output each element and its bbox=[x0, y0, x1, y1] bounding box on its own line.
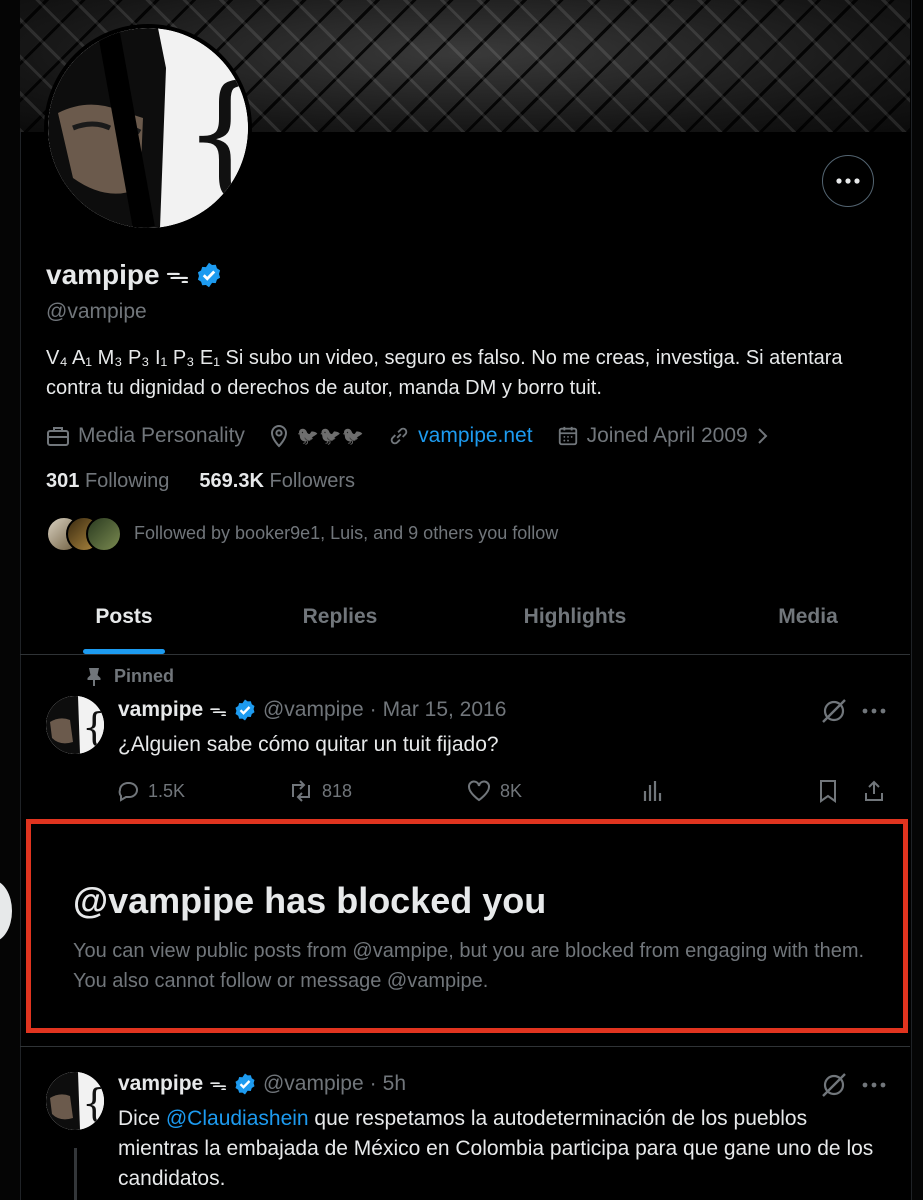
category-item: Media Personality bbox=[46, 424, 245, 448]
website-link[interactable]: vampipe.net bbox=[418, 424, 532, 448]
followers-link[interactable]: 569.3K Followers bbox=[199, 470, 355, 493]
profile-avatar[interactable]: { bbox=[44, 24, 252, 232]
grok-icon[interactable] bbox=[820, 1072, 848, 1098]
joined-item: Joined April 2009 bbox=[557, 424, 770, 448]
follower-avatar bbox=[86, 516, 122, 552]
following-label: Following bbox=[84, 470, 170, 492]
following-link[interactable]: 301 Following bbox=[46, 470, 169, 493]
blocked-notice: @vampipe has blocked you You can view pu… bbox=[26, 819, 908, 1033]
blocked-description: You can view public posts from @vampipe,… bbox=[73, 940, 865, 992]
window-left-edge bbox=[0, 0, 20, 1200]
tweet-avatar[interactable]: { bbox=[46, 696, 104, 754]
more-options-button[interactable] bbox=[822, 155, 874, 207]
chevron-right-icon[interactable] bbox=[756, 426, 770, 446]
name-suffix-glyph: ᯓ bbox=[165, 262, 190, 289]
tweet-time[interactable]: 5h bbox=[383, 1072, 406, 1096]
tweet-date[interactable]: Mar 15, 2016 bbox=[383, 698, 507, 722]
tab-media[interactable]: Media bbox=[750, 580, 866, 654]
tweet-author-handle[interactable]: @vampipe bbox=[263, 1072, 364, 1096]
tweet-actions: 1.5K 818 8K bbox=[116, 774, 896, 808]
joined-text: Joined April 2009 bbox=[586, 424, 748, 447]
bookmark-button[interactable] bbox=[818, 774, 838, 808]
bookmark-icon bbox=[820, 780, 836, 803]
tweet-avatar[interactable]: { bbox=[46, 1072, 104, 1130]
views-icon bbox=[643, 781, 662, 801]
share-icon bbox=[865, 780, 883, 801]
tab-label: Replies bbox=[302, 605, 378, 628]
profile-display-name: vampipe ᯓ bbox=[46, 258, 223, 291]
follower-avatars bbox=[46, 516, 122, 552]
retweet-button[interactable]: 818 bbox=[288, 774, 352, 808]
tweet-author-name[interactable]: vampipe bbox=[118, 1072, 203, 1096]
pinned-indicator: Pinned bbox=[86, 666, 174, 687]
followed-by-row[interactable]: Followed by booker9e1, Luis, and 9 other… bbox=[46, 516, 559, 552]
mention-link[interactable]: @Claudiashein bbox=[166, 1107, 309, 1130]
active-tab-indicator bbox=[83, 649, 165, 654]
reply-icon bbox=[118, 782, 138, 802]
link-icon bbox=[390, 427, 408, 445]
pin-icon bbox=[87, 667, 101, 686]
tweet-author-name[interactable]: vampipe bbox=[118, 698, 203, 722]
blocked-title: @vampipe has blocked you bbox=[73, 880, 547, 921]
followed-by-text: Followed by booker9e1, Luis, and 9 other… bbox=[134, 522, 559, 543]
grok-icon[interactable] bbox=[820, 698, 848, 724]
tweet-more-icon[interactable] bbox=[862, 708, 886, 714]
name-suffix-glyph: ᯓ bbox=[209, 1074, 227, 1094]
tweet-divider bbox=[20, 1046, 910, 1047]
retweet-icon bbox=[292, 780, 310, 802]
separator-dot: · bbox=[369, 1072, 377, 1095]
tweet-header: vampipe ᯓ @vampipe · 5h bbox=[118, 1072, 406, 1096]
tab-replies[interactable]: Replies bbox=[278, 580, 402, 654]
tab-highlights[interactable]: Highlights bbox=[500, 580, 650, 654]
reply-button[interactable]: 1.5K bbox=[116, 774, 185, 808]
profile-tabs: Posts Replies Highlights Media bbox=[20, 580, 910, 655]
retweet-count: 818 bbox=[322, 780, 353, 801]
tweet-header: vampipe ᯓ @vampipe · Mar 15, 2016 bbox=[118, 698, 506, 722]
like-icon bbox=[468, 780, 490, 802]
tab-label: Posts bbox=[95, 605, 153, 628]
share-button[interactable] bbox=[862, 774, 886, 808]
like-count: 8K bbox=[500, 780, 523, 801]
name-suffix-glyph: ᯓ bbox=[209, 700, 227, 720]
views-button[interactable] bbox=[642, 774, 664, 808]
tweet-more-icon[interactable] bbox=[862, 1082, 886, 1088]
location-item: 🐦🐦🐦 bbox=[269, 424, 364, 448]
tweet-text: ¿Alguien sabe cómo quitar un tuit fijado… bbox=[118, 733, 499, 756]
thread-connector-line bbox=[74, 1148, 77, 1200]
profile-meta-row: Media Personality 🐦🐦🐦 vampipe.net Joined… bbox=[46, 420, 794, 452]
verified-badge-icon[interactable] bbox=[233, 698, 257, 722]
followers-count: 569.3K bbox=[199, 470, 264, 492]
pinned-label: Pinned bbox=[114, 666, 175, 686]
tweet-author-handle[interactable]: @vampipe bbox=[263, 698, 364, 722]
tweet-text: Dice @Claudiashein que respetamos la aut… bbox=[118, 1104, 888, 1194]
tab-label: Media bbox=[778, 605, 838, 628]
tab-label: Highlights bbox=[523, 605, 627, 628]
calendar-icon bbox=[558, 426, 577, 446]
tweet-text-part: Dice bbox=[118, 1107, 166, 1130]
like-button[interactable]: 8K bbox=[466, 774, 522, 808]
follow-counts: 301 Following 569.3K Followers bbox=[46, 470, 355, 493]
briefcase-icon bbox=[47, 427, 69, 446]
separator-dot: · bbox=[369, 698, 377, 721]
followers-label: Followers bbox=[269, 470, 356, 492]
verified-badge-icon[interactable] bbox=[233, 1072, 257, 1096]
website-item[interactable]: vampipe.net bbox=[388, 424, 533, 448]
profile-bio: V₄ A₁ M₃ P₃ I₁ P₃ E₁ Si subo un video, s… bbox=[46, 347, 843, 399]
following-count: 301 bbox=[46, 470, 80, 492]
more-icon bbox=[836, 178, 860, 184]
reply-count: 1.5K bbox=[148, 780, 186, 801]
location-pin-icon bbox=[270, 424, 287, 448]
location-text: 🐦🐦🐦 bbox=[296, 425, 365, 446]
verified-badge-icon[interactable] bbox=[195, 261, 223, 289]
display-name-text: vampipe bbox=[46, 258, 160, 290]
profile-handle: @vampipe bbox=[46, 300, 147, 323]
category-text: Media Personality bbox=[78, 424, 245, 447]
tab-posts[interactable]: Posts bbox=[66, 580, 182, 654]
